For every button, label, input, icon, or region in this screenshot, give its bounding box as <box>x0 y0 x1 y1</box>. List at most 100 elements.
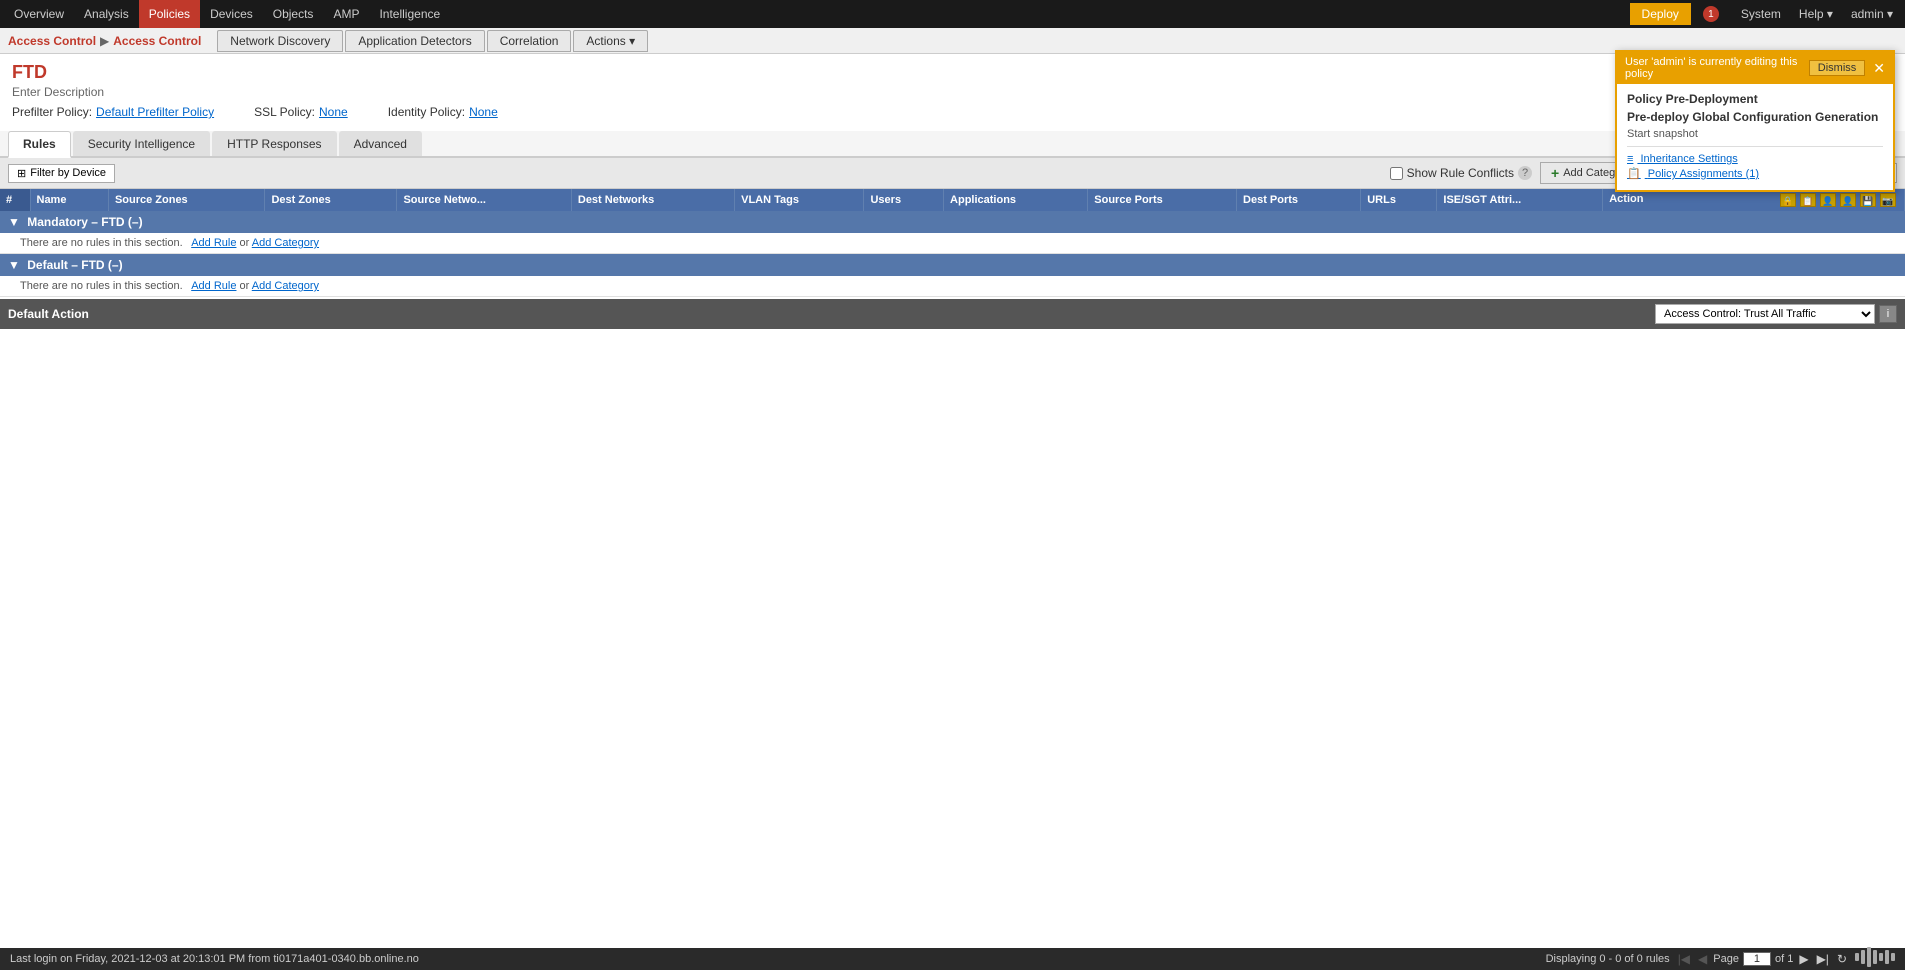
action-icon-3[interactable]: 👤 <box>1820 193 1836 207</box>
action-icon-4[interactable]: 👤 <box>1840 193 1856 207</box>
inheritance-link-icon: ≡ <box>1627 153 1633 165</box>
show-conflicts-label: Show Rule Conflicts <box>1407 166 1514 180</box>
popup-section-title: Policy Pre-Deployment <box>1627 92 1883 106</box>
popup-start-snapshot[interactable]: Start snapshot <box>1627 128 1883 140</box>
default-action-row: Default Action Access Control: Trust All… <box>0 299 1905 329</box>
tab-rules[interactable]: Rules <box>8 131 71 158</box>
popup-close-icon[interactable]: ✕ <box>1873 60 1885 77</box>
popup-header-text: User 'admin' is currently editing this p… <box>1625 56 1809 80</box>
col-ise-sgt: ISE/SGT Attri... <box>1437 189 1603 211</box>
tab-http-responses[interactable]: HTTP Responses <box>212 131 336 156</box>
prefilter-policy: Prefilter Policy: Default Prefilter Poli… <box>12 105 214 119</box>
action-icon-2[interactable]: 📋 <box>1800 193 1816 207</box>
identity-link[interactable]: None <box>469 105 498 119</box>
identity-label: Identity Policy: <box>388 105 465 119</box>
displaying-text: Displaying 0 - 0 of 0 rules <box>1546 953 1670 965</box>
subtab-correlation[interactable]: Correlation <box>487 30 572 52</box>
add-category-plus-icon: + <box>1551 165 1559 181</box>
first-page-button[interactable]: |◀ <box>1676 952 1692 966</box>
popup-body: Policy Pre-Deployment Pre-deploy Global … <box>1617 84 1893 190</box>
pagination: |◀ ◀ Page of 1 ▶ ▶| ↻ <box>1676 952 1849 966</box>
filter-device-button[interactable]: ⊞ Filter by Device <box>8 164 115 183</box>
subtab-actions[interactable]: Actions ▾ <box>573 30 648 52</box>
default-action-info-icon[interactable]: i <box>1879 305 1897 323</box>
alert-badge: 1 <box>1703 6 1719 22</box>
col-action: Action 🔒 📋 👤 👤 💾 📷 <box>1603 189 1905 211</box>
popup-subsection-title: Pre-deploy Global Configuration Generati… <box>1627 110 1883 124</box>
deploy-button[interactable]: Deploy <box>1630 3 1691 25</box>
col-urls: URLs <box>1361 189 1437 211</box>
table-header-row: # Name Source Zones Dest Zones Source Ne… <box>0 189 1905 211</box>
top-nav-right: Deploy 1 System Help ▾ admin ▾ <box>1628 0 1901 28</box>
mandatory-add-rule-link[interactable]: Add Rule <box>191 237 236 249</box>
breadcrumb-separator: ▶ <box>100 34 109 48</box>
nav-objects[interactable]: Objects <box>263 0 324 28</box>
policy-name: FTD <box>12 62 1893 83</box>
breadcrumb-link-access-control[interactable]: Access Control <box>8 34 96 48</box>
tab-security-intelligence[interactable]: Security Intelligence <box>73 131 210 156</box>
mandatory-or-text: or <box>240 237 252 249</box>
sub-tabs: Network Discovery Application Detectors … <box>217 30 648 52</box>
mandatory-section-toggle[interactable]: ▼ <box>8 215 20 229</box>
col-source-ports: Source Ports <box>1088 189 1237 211</box>
filter-device-label: Filter by Device <box>30 167 106 179</box>
section-default: ▼ Default – FTD (–) <box>0 254 1905 277</box>
nav-help[interactable]: Help ▾ <box>1791 0 1841 28</box>
nav-overview[interactable]: Overview <box>4 0 74 28</box>
popup-dismiss-button[interactable]: Dismiss <box>1809 60 1866 76</box>
ssl-label: SSL Policy: <box>254 105 315 119</box>
show-conflicts-help-icon[interactable]: ? <box>1518 166 1532 180</box>
tab-advanced[interactable]: Advanced <box>339 131 422 156</box>
status-bar: Last login on Friday, 2021-12-03 at 20:1… <box>0 948 1905 970</box>
mandatory-add-category-link[interactable]: Add Category <box>252 237 319 249</box>
policy-meta: Prefilter Policy: Default Prefilter Poli… <box>12 105 1893 119</box>
default-action-select[interactable]: Access Control: Trust All Traffic <box>1655 304 1875 324</box>
action-col-label: Action <box>1609 193 1643 205</box>
default-or-text: or <box>240 280 252 292</box>
refresh-button[interactable]: ↻ <box>1835 952 1849 966</box>
default-add-rule-link[interactable]: Add Rule <box>191 280 236 292</box>
top-navigation: Overview Analysis Policies Devices Objec… <box>0 0 1905 28</box>
col-dest-zones: Dest Zones <box>265 189 397 211</box>
prefilter-label: Prefilter Policy: <box>12 105 92 119</box>
last-page-button[interactable]: ▶| <box>1815 952 1831 966</box>
show-conflicts-wrap: Show Rule Conflicts ? <box>1390 166 1532 180</box>
popup-inheritance-link[interactable]: ≡ Inheritance Settings <box>1627 153 1883 165</box>
nav-system[interactable]: System <box>1733 0 1789 28</box>
prev-page-button[interactable]: ◀ <box>1696 952 1709 966</box>
col-vlan-tags: VLAN Tags <box>735 189 864 211</box>
nav-intelligence[interactable]: Intelligence <box>369 0 450 28</box>
subtab-application-detectors[interactable]: Application Detectors <box>345 30 484 52</box>
nav-devices[interactable]: Devices <box>200 0 263 28</box>
default-add-category-link[interactable]: Add Category <box>252 280 319 292</box>
popup-policy-assignments-link[interactable]: 📋 Policy Assignments (1) <box>1627 167 1883 180</box>
nav-analysis[interactable]: Analysis <box>74 0 139 28</box>
status-bar-right: Displaying 0 - 0 of 0 rules |◀ ◀ Page of… <box>1546 947 1895 970</box>
action-icon-5[interactable]: 💾 <box>1860 193 1876 207</box>
action-icon-6[interactable]: 📷 <box>1880 193 1896 207</box>
col-users: Users <box>864 189 944 211</box>
policy-description[interactable]: Enter Description <box>12 85 1893 99</box>
show-conflicts-checkbox[interactable] <box>1390 167 1403 180</box>
nav-alerts[interactable]: 1 <box>1695 0 1731 28</box>
popup-overlay: User 'admin' is currently editing this p… <box>1615 50 1895 192</box>
col-name: Name <box>30 189 108 211</box>
nav-admin[interactable]: admin ▾ <box>1843 0 1901 28</box>
nav-policies[interactable]: Policies <box>139 0 200 28</box>
last-login-text: Last login on Friday, 2021-12-03 at 20:1… <box>10 953 419 965</box>
col-hash: # <box>0 189 30 211</box>
cisco-logo-svg <box>1855 947 1895 967</box>
default-section-toggle[interactable]: ▼ <box>8 258 20 272</box>
col-dest-networks: Dest Networks <box>571 189 734 211</box>
col-source-networks: Source Netwo... <box>397 189 571 211</box>
mandatory-section-label: Mandatory – FTD (–) <box>27 215 142 229</box>
default-action-label: Default Action <box>8 307 1655 321</box>
prefilter-link[interactable]: Default Prefilter Policy <box>96 105 214 119</box>
nav-amp[interactable]: AMP <box>323 0 369 28</box>
popup-header: User 'admin' is currently editing this p… <box>1617 52 1893 84</box>
page-number-input[interactable] <box>1743 952 1771 966</box>
subtab-network-discovery[interactable]: Network Discovery <box>217 30 343 52</box>
next-page-button[interactable]: ▶ <box>1797 952 1810 966</box>
action-icon-1[interactable]: 🔒 <box>1780 193 1796 207</box>
ssl-link[interactable]: None <box>319 105 348 119</box>
